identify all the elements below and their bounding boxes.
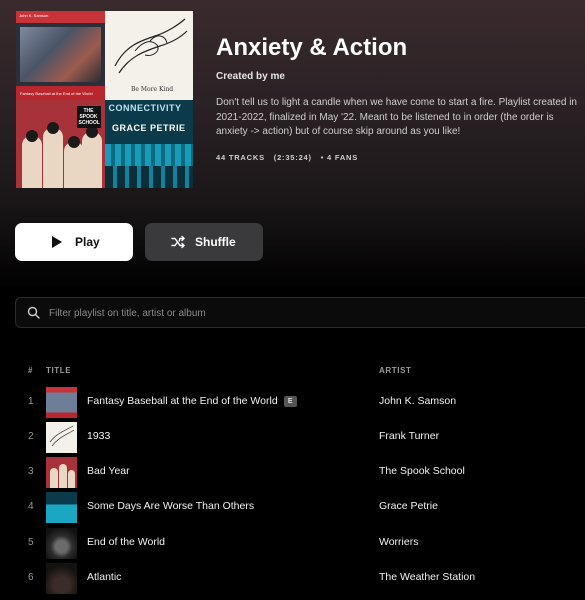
shuffle-button[interactable]: Shuffle [145,223,263,261]
playlist-filter[interactable] [15,297,585,328]
cover-art-4: CONNECTIVITY GRACE PETRIE [104,99,193,188]
track-artist[interactable]: The Spook School [379,465,465,477]
playlist-cover-collage: John K. Samson Fantasy Baseball at the E… [16,11,193,188]
track-row[interactable]: 2 1933 Frank Turner [0,420,585,454]
track-title[interactable]: 1933 [87,430,110,442]
track-number: 5 [28,537,34,548]
cover-art-2: Be More Kind [104,11,193,100]
track-artwork [46,422,77,453]
track-artwork [46,528,77,559]
explicit-badge: E [283,396,297,407]
track-title[interactable]: Some Days Are Worse Than Others [87,500,254,512]
search-icon [27,306,40,319]
playlist-duration: (2:35:24) [273,153,312,162]
track-title[interactable]: Bad Year [87,465,130,477]
cover-art-4-line1: CONNECTIVITY [108,102,182,113]
play-button-label: Play [75,235,100,249]
track-title[interactable]: End of the World [87,536,165,548]
track-number: 1 [28,396,34,407]
track-row[interactable]: 5 End of the World Worriers [0,526,585,560]
track-artwork [46,563,77,594]
filter-input[interactable] [49,303,449,323]
track-artwork [46,387,77,418]
fan-count: • 4 FANS [320,153,359,162]
track-artist[interactable]: John K. Samson [379,395,456,407]
playlist-title: Anxiety & Action [216,34,408,61]
track-row[interactable]: 6 Atlantic The Weather Station [0,561,585,595]
track-count: 44 TRACKS [216,153,265,162]
track-number: 3 [28,466,34,477]
playlist-description: Don't tell us to light a candle when we … [216,97,577,137]
play-button[interactable]: Play [15,223,133,261]
track-title[interactable]: Fantasy Baseball at the End of the World [87,395,278,407]
track-artist[interactable]: Worriers [379,536,418,548]
column-header-number[interactable]: # [28,366,33,375]
track-row[interactable]: 1 Fantasy Baseball at the End of the Wor… [0,385,585,419]
track-title[interactable]: Atlantic [87,571,121,583]
playlist-creator: Created by me [216,71,285,82]
shuffle-icon [171,235,185,249]
track-artist[interactable]: The Weather Station [379,571,475,583]
cover-art-3-label: THE SPOOK SCHOOL [76,105,101,128]
track-artwork [46,457,77,488]
track-number: 2 [28,431,34,442]
cover-art-3: THE SPOOK SCHOOL [16,99,105,188]
playlist-meta: 44 TRACKS (2:35:24) • 4 FANS [216,153,364,162]
play-icon [51,235,65,249]
cover-art-1: John K. Samson Fantasy Baseball at the E… [16,11,105,100]
column-header-artist[interactable]: ARTIST [379,366,412,375]
track-artist[interactable]: Frank Turner [379,430,439,442]
shuffle-button-label: Shuffle [195,235,236,249]
column-header-title[interactable]: TITLE [46,366,71,375]
track-title-cell: Fantasy Baseball at the End of the World… [87,395,297,407]
track-artist[interactable]: Grace Petrie [379,500,438,512]
track-row[interactable]: 3 Bad Year The Spook School [0,455,585,489]
cover-art-4-line2: GRACE PETRIE [111,122,186,133]
cover-art-2-caption: Be More Kind [131,86,173,93]
cover-art-1-title: Fantasy Baseball at the End of the World [20,90,93,96]
track-artwork [46,492,77,523]
track-number: 6 [28,572,34,583]
track-row[interactable]: 4 Some Days Are Worse Than Others Grace … [0,490,585,524]
track-number: 4 [28,501,34,512]
cover-art-1-artist: John K. Samson [19,13,49,18]
